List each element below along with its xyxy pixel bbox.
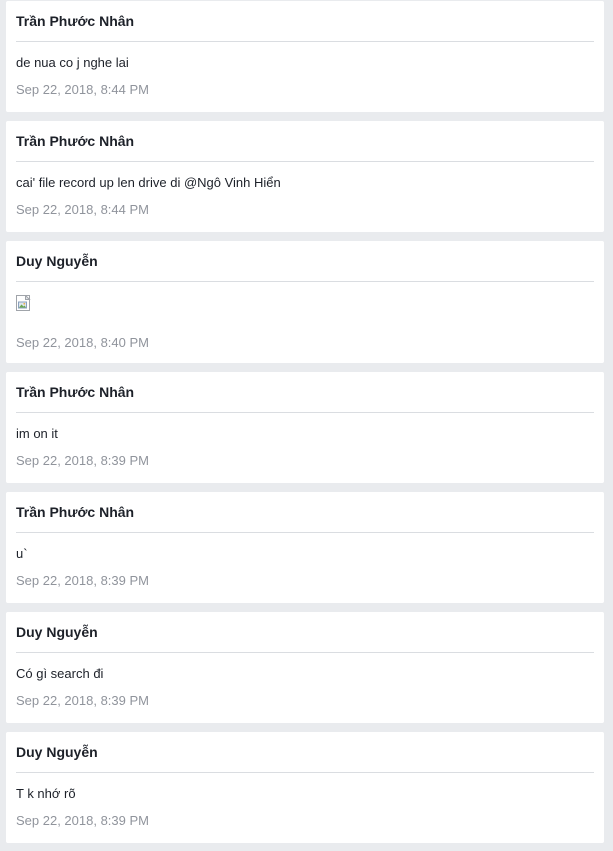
message-card: Trần Phước Nhân cai' file record up len … (6, 121, 604, 232)
author-name[interactable]: Duy Nguyễn (16, 241, 594, 282)
message-feed: Trần Phước Nhân de nua co j nghe lai Sep… (0, 0, 613, 851)
message-text: T k nhớ rõ (16, 786, 76, 801)
timestamp[interactable]: Sep 22, 2018, 8:39 PM (16, 453, 594, 469)
message-card: Duy Nguyễn Sep 22, 2018, 8:40 PM (6, 241, 604, 363)
timestamp[interactable]: Sep 22, 2018, 8:40 PM (16, 335, 594, 351)
message-text: im on it (16, 426, 58, 441)
message-card: Trần Phước Nhân de nua co j nghe lai Sep… (6, 1, 604, 112)
message-card: Duy Nguyễn T k nhớ rõ Sep 22, 2018, 8:39… (6, 732, 604, 843)
timestamp[interactable]: Sep 22, 2018, 8:39 PM (16, 813, 594, 829)
message-text: de nua co j nghe lai (16, 55, 129, 70)
author-name[interactable]: Trần Phước Nhân (16, 372, 594, 413)
author-name[interactable]: Trần Phước Nhân (16, 121, 594, 162)
timestamp[interactable]: Sep 22, 2018, 8:39 PM (16, 573, 594, 589)
message-card: Trần Phước Nhân u` Sep 22, 2018, 8:39 PM (6, 492, 604, 603)
message-text: cai' file record up len drive di @Ngô Vi… (16, 175, 281, 190)
broken-image-icon[interactable] (16, 294, 32, 311)
message-card: Duy Nguyễn Có gì search đi Sep 22, 2018,… (6, 612, 604, 723)
message-text: Có gì search đi (16, 666, 104, 681)
message-card: Trần Phước Nhân im on it Sep 22, 2018, 8… (6, 372, 604, 483)
author-name[interactable]: Duy Nguyễn (16, 732, 594, 773)
timestamp[interactable]: Sep 22, 2018, 8:44 PM (16, 202, 594, 218)
timestamp[interactable]: Sep 22, 2018, 8:39 PM (16, 693, 594, 709)
message-text: u` (16, 546, 28, 561)
timestamp[interactable]: Sep 22, 2018, 8:44 PM (16, 82, 594, 98)
author-name[interactable]: Trần Phước Nhân (16, 492, 594, 533)
author-name[interactable]: Trần Phước Nhân (16, 1, 594, 42)
author-name[interactable]: Duy Nguyễn (16, 612, 594, 653)
